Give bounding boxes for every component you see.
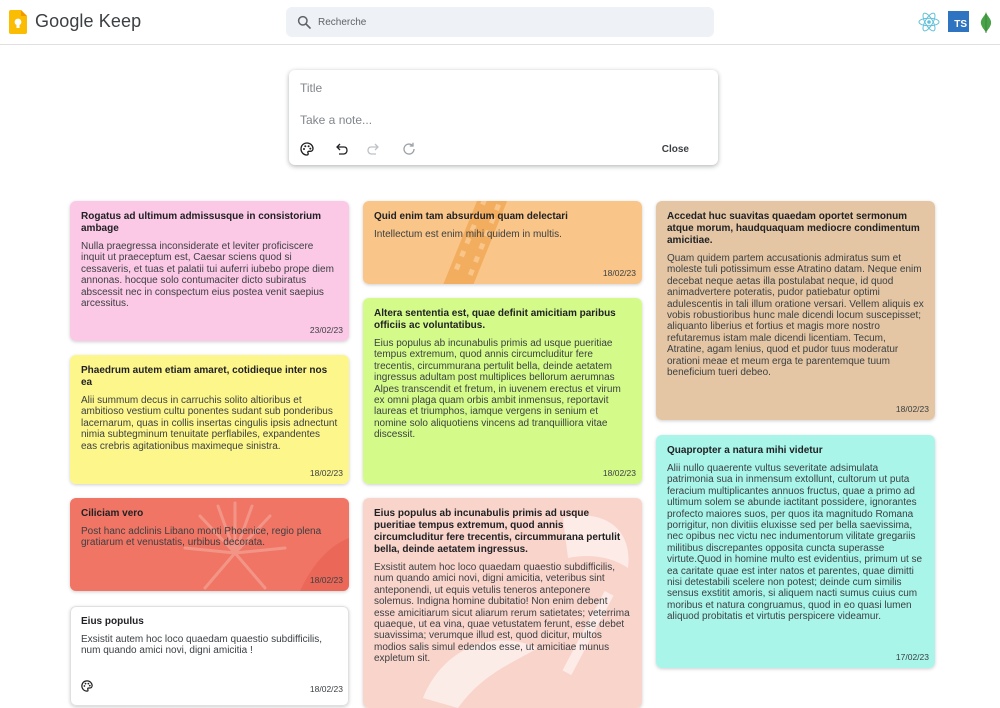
note-card[interactable]: Rogatus ad ultimum admissusque in consis… xyxy=(70,201,349,341)
redo-icon[interactable] xyxy=(367,142,381,156)
compose-title-input[interactable] xyxy=(300,79,700,97)
note-title: Ciliciam vero xyxy=(81,508,144,519)
note-body: Exsistit autem hoc loco quaedam quaestio… xyxy=(81,634,323,657)
note-body: Alii nullo quaerente vultus severitate a… xyxy=(667,463,923,623)
note-card[interactable]: Accedat huc suavitas quaedam oportet ser… xyxy=(656,201,935,420)
note-card[interactable]: Quid enim tam absurdum quam delectari In… xyxy=(363,201,642,284)
note-body: Nulla praegressa inconsiderate et levite… xyxy=(81,241,334,310)
note-date: 18/02/23 xyxy=(309,575,343,585)
note-title: Eius populus ab incunabulis primis ad us… xyxy=(374,508,621,555)
note-title: Quapropter a natura mihi videtur xyxy=(667,445,823,456)
note-title: Quid enim tam absurdum quam delectari xyxy=(374,211,568,222)
note-title: Eius populus xyxy=(81,616,144,627)
compose-note-input[interactable] xyxy=(300,111,700,129)
note-date: 18/02/23 xyxy=(309,684,343,694)
note-title: Phaedrum autem etiam amaret, cotidieque … xyxy=(81,365,328,388)
palette-icon[interactable] xyxy=(81,680,93,692)
note-title: Rogatus ad ultimum admissusque in consis… xyxy=(81,211,322,234)
note-compose-card: Close xyxy=(289,70,718,165)
note-body: Quam quidem partem accusationis admiratu… xyxy=(667,253,924,379)
note-card[interactable]: Phaedrum autem etiam amaret, cotidieque … xyxy=(70,355,349,484)
app-title[interactable]: Google Keep xyxy=(35,11,141,32)
note-date: 18/02/23 xyxy=(895,404,929,414)
note-body: Intellectum est enim mihi quidem in mult… xyxy=(374,229,562,240)
note-body: Exsistit autem hoc loco quaedam quaestio… xyxy=(374,562,630,665)
refresh-icon[interactable] xyxy=(402,142,416,156)
react-icon xyxy=(918,12,940,32)
note-body: Post hanc adclinis Libano monti Phoenice… xyxy=(81,526,322,549)
keep-logo-icon[interactable] xyxy=(9,10,27,34)
search-input[interactable] xyxy=(318,7,698,37)
note-card[interactable]: Eius populus ab incunabulis primis ad us… xyxy=(363,498,642,708)
note-card[interactable]: Altera sententia est, quae definit amici… xyxy=(363,298,642,484)
note-date: 18/02/23 xyxy=(309,468,343,478)
note-date: 18/02/23 xyxy=(602,468,636,478)
mongodb-icon xyxy=(980,11,992,33)
note-title: Altera sententia est, quae definit amici… xyxy=(374,308,616,331)
note-card[interactable]: Eius populus Exsistit autem hoc loco qua… xyxy=(70,606,349,706)
search-icon[interactable] xyxy=(297,15,311,29)
note-date: 18/02/23 xyxy=(602,268,636,278)
app-header: Google Keep TS xyxy=(0,0,1000,45)
search-bar[interactable] xyxy=(286,7,714,37)
undo-icon[interactable] xyxy=(334,142,348,156)
note-date: 23/02/23 xyxy=(309,325,343,335)
note-card[interactable]: Ciliciam vero Post hanc adclinis Libano … xyxy=(70,498,349,591)
palette-icon[interactable] xyxy=(300,142,314,156)
close-button[interactable]: Close xyxy=(662,144,689,155)
note-body: Alii summum decus in carruchis solito al… xyxy=(81,395,338,452)
note-date: 17/02/23 xyxy=(895,652,929,662)
note-body: Eius populus ab incunabulis primis ad us… xyxy=(374,338,621,441)
note-card[interactable]: Quapropter a natura mihi videtur Alii nu… xyxy=(656,435,935,668)
note-title: Accedat huc suavitas quaedam oportet ser… xyxy=(667,211,920,246)
typescript-icon: TS xyxy=(948,11,969,32)
